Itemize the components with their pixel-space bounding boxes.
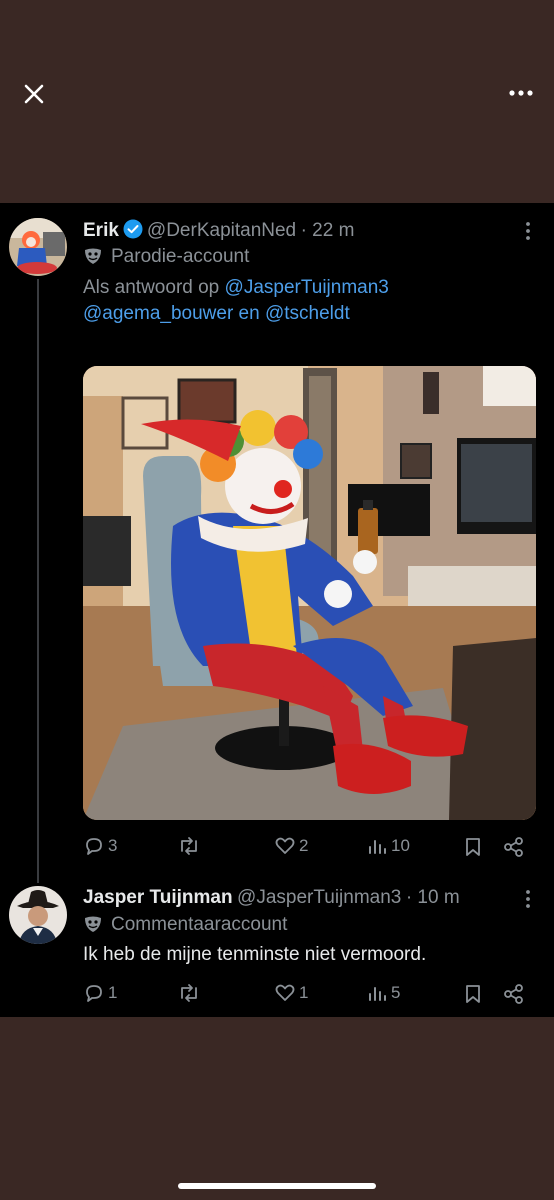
more-horizontal-icon[interactable] <box>508 82 534 104</box>
heart-icon <box>275 837 295 854</box>
account-label: Parodie-account <box>83 246 249 268</box>
author-name[interactable]: Erik <box>83 220 119 241</box>
reply-context-line2: @agema_bouwer en @tscheldt <box>83 303 350 325</box>
repost-icon <box>181 837 197 855</box>
avatar-erik[interactable] <box>9 218 67 276</box>
author-name[interactable]: Jasper Tuijnman <box>83 887 233 908</box>
thread-connector-line <box>37 279 39 883</box>
tweet2-action-bar: 1 1 5 <box>0 978 554 1012</box>
home-indicator[interactable] <box>178 1183 376 1189</box>
tweet2-header: Jasper Tuijnman @JasperTuijnman3 · 10 m <box>83 887 460 909</box>
heart-icon <box>275 984 295 1001</box>
reply-context-line1: Als antwoord op @JasperTuijnman3 <box>83 277 389 299</box>
account-type-label: Commentaaraccount <box>111 914 288 935</box>
bookmark-icon[interactable] <box>463 836 483 858</box>
author-handle[interactable]: @DerKapitanNed <box>147 220 296 241</box>
close-icon[interactable] <box>20 80 48 108</box>
analytics-icon <box>369 840 386 854</box>
share-icon[interactable] <box>503 836 525 858</box>
more-vertical-icon[interactable] <box>524 220 532 242</box>
mention-link[interactable]: @JasperTuijnman3 <box>225 277 389 298</box>
more-vertical-icon[interactable] <box>524 888 532 910</box>
views-count: 5 <box>391 983 401 1002</box>
reply-button[interactable]: 3 <box>83 835 117 857</box>
mask-icon <box>85 248 101 264</box>
repost-icon <box>181 984 197 1002</box>
like-button[interactable]: 2 <box>274 835 308 857</box>
account-type-label: Parodie-account <box>111 246 250 267</box>
views-count: 10 <box>391 836 410 855</box>
like-count: 1 <box>299 983 309 1002</box>
mask-icon <box>85 916 101 932</box>
account-label: Commentaaraccount <box>83 914 287 936</box>
share-icon[interactable] <box>503 983 525 1005</box>
reply-button[interactable]: 1 <box>83 982 117 1004</box>
views-button[interactable]: 5 <box>366 982 400 1004</box>
tweet1-header: Erik @DerKapitanNed · 22 m <box>83 219 354 242</box>
tweet1-action-bar: 3 2 10 <box>0 831 554 865</box>
avatar-jasper[interactable] <box>9 886 67 944</box>
author-handle[interactable]: @JasperTuijnman3 <box>237 887 401 908</box>
analytics-icon <box>369 987 386 1001</box>
tweet-media-image[interactable] <box>83 366 536 820</box>
verified-badge-icon <box>123 219 143 239</box>
reply-count: 1 <box>108 983 118 1002</box>
like-button[interactable]: 1 <box>274 982 308 1004</box>
reply-icon <box>86 838 102 855</box>
reply-icon <box>86 985 102 1002</box>
tweet2-text: Ik heb de mijne tenminste niet vermoord. <box>83 944 427 965</box>
reply-count: 3 <box>108 836 118 855</box>
repost-button[interactable] <box>177 982 204 1004</box>
bookmark-icon[interactable] <box>463 983 483 1005</box>
top-bar <box>0 0 554 200</box>
repost-button[interactable] <box>177 835 204 857</box>
reply-prefix: Als antwoord op <box>83 277 220 298</box>
reply-join[interactable]: en <box>239 303 260 324</box>
like-count: 2 <box>299 836 309 855</box>
mention-link[interactable]: @agema_bouwer <box>83 303 233 324</box>
views-button[interactable]: 10 <box>366 835 410 857</box>
mention-link[interactable]: @tscheldt <box>265 303 350 324</box>
thread-panel: Erik @DerKapitanNed · 22 m Parodie-accoun… <box>0 203 554 1017</box>
timestamp[interactable]: · 10 m <box>406 887 460 908</box>
timestamp[interactable]: · 22 m <box>301 220 355 241</box>
